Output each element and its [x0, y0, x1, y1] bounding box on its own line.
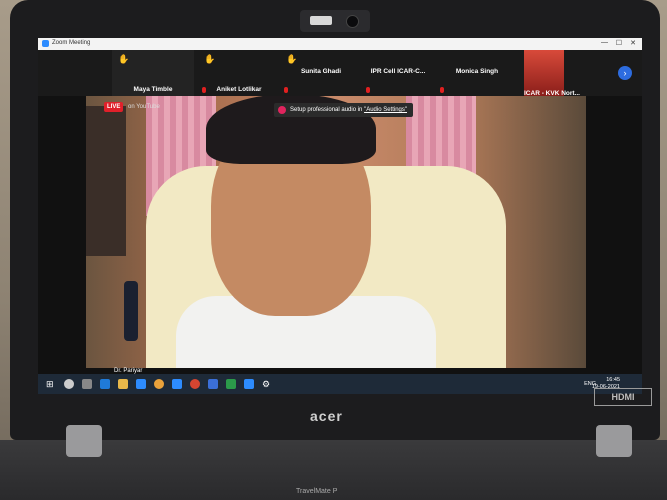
video-bg-board — [86, 106, 126, 256]
banner-text: Setup professional audio in — [290, 107, 363, 113]
brand-logo: acer — [310, 408, 343, 424]
laptop-lid: Zoom Meeting — ☐ ✕ ✋ Maya Timble ✋ Anike… — [10, 0, 660, 440]
task-view-icon[interactable] — [82, 379, 92, 389]
store-icon[interactable] — [172, 379, 182, 389]
settings-gear-icon[interactable]: ⚙ — [262, 379, 272, 389]
raised-hand-icon: ✋ — [204, 54, 216, 64]
screen: Zoom Meeting — ☐ ✕ ✋ Maya Timble ✋ Anike… — [38, 38, 642, 394]
participant-tile[interactable]: IPR Cell ICAR-C... — [362, 50, 434, 96]
hdmi-sticker: HDMI — [594, 388, 652, 406]
audio-settings-link[interactable]: "Audio Settings" — [364, 107, 407, 113]
participant-name: Monica Singh — [455, 68, 499, 75]
raised-hand-icon: ✋ — [286, 54, 298, 64]
video-bottle — [124, 281, 138, 341]
close-button[interactable]: ✕ — [630, 39, 636, 47]
model-label: TravelMate P — [296, 488, 338, 495]
excel-icon[interactable] — [226, 379, 236, 389]
participant-name: Maya Timble — [133, 86, 173, 93]
muted-mic-icon — [440, 87, 444, 93]
edge-icon[interactable] — [100, 379, 110, 389]
left-hinge — [66, 425, 102, 457]
stream-platform: on YouTube — [128, 104, 160, 110]
participant-tile[interactable]: ✋ Sunita Ghadi — [280, 50, 362, 96]
word-icon[interactable] — [208, 379, 218, 389]
zoom-taskbar-icon[interactable] — [244, 379, 254, 389]
next-page-button[interactable]: › — [618, 66, 632, 80]
participant-name: Sunita Ghadi — [300, 68, 342, 75]
mail-icon[interactable] — [136, 379, 146, 389]
audio-settings-banner: Setup professional audio in "Audio Setti… — [274, 103, 414, 117]
minimize-button[interactable]: — — [601, 39, 608, 46]
webcam-shutter — [310, 16, 332, 25]
windows-start-icon[interactable]: ⊞ — [46, 379, 56, 389]
zoom-icon — [42, 40, 49, 47]
muted-mic-icon — [366, 87, 370, 93]
participant-tile[interactable]: ✋ Aniket Lotlikar — [198, 50, 280, 96]
app-icon[interactable] — [190, 379, 200, 389]
raised-hand-icon: ✋ — [118, 54, 130, 64]
muted-mic-icon — [284, 87, 288, 93]
clock-time: 16:45 — [606, 377, 620, 383]
right-hinge — [596, 425, 632, 457]
participant-tile[interactable]: ✋ Maya Timble — [112, 50, 194, 96]
chrome-icon[interactable] — [154, 379, 164, 389]
participant-tile[interactable]: Monica Singh — [436, 50, 518, 96]
participant-name: Aniket Lotlikar — [216, 86, 262, 93]
audio-setup-icon — [278, 106, 286, 114]
webcam-lens — [346, 15, 359, 28]
participant-strip: ✋ Maya Timble ✋ Aniket Lotlikar ✋ Sunita… — [38, 50, 642, 97]
file-explorer-icon[interactable] — [118, 379, 128, 389]
maximize-button[interactable]: ☐ — [616, 39, 622, 47]
webcam — [300, 10, 370, 32]
speaker-video: Setup professional audio in "Audio Setti… — [86, 96, 586, 368]
participant-name: IPR Cell ICAR-C... — [370, 68, 426, 75]
window-title: Zoom Meeting — [52, 40, 91, 46]
participant-tile[interactable]: ICAR - KVK Nort... — [524, 50, 580, 97]
search-icon[interactable] — [64, 379, 74, 389]
windows-taskbar: ⊞ ⚙ ENG 16:45 19-06-2021 — [38, 374, 642, 394]
live-badge[interactable]: LIVE — [104, 102, 124, 112]
window-titlebar: Zoom Meeting — ☐ ✕ — [38, 38, 642, 50]
